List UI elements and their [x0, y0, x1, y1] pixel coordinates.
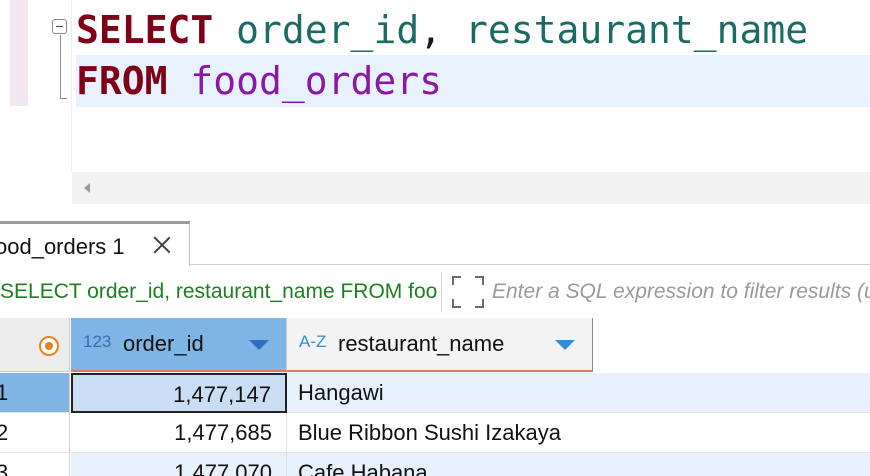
- comma: ,: [419, 8, 443, 52]
- table-row[interactable]: 1 1,477,147 Hangawi: [0, 373, 870, 413]
- row-empty-space: [593, 373, 870, 413]
- sql-editor[interactable]: SELECT order_id, restaurant_name FROM fo…: [0, 0, 870, 214]
- close-icon[interactable]: [151, 234, 173, 256]
- results-tab-bar: ood_orders 1: [0, 214, 870, 266]
- corner-cell[interactable]: [0, 318, 70, 372]
- cell-order-id[interactable]: 1,477,147: [71, 373, 287, 413]
- code-line-2[interactable]: FROM food_orders: [76, 55, 870, 107]
- row-number[interactable]: 1: [0, 373, 70, 413]
- gutter-marker: [10, 0, 28, 106]
- column-header-label: order_id: [123, 331, 204, 356]
- keyword-from: FROM: [76, 59, 168, 103]
- fold-collapse-icon[interactable]: [52, 19, 67, 34]
- column-order-id: order_id: [236, 8, 420, 52]
- text-type-icon: A-Z: [299, 332, 327, 351]
- column-header-restaurant-name[interactable]: A-Z restaurant_name: [287, 318, 593, 372]
- filter-bar: SELECT order_id, restaurant_name FROM fo…: [0, 266, 870, 318]
- table-name: food_orders: [190, 59, 443, 103]
- cell-order-id[interactable]: 1,477,685: [71, 413, 287, 453]
- scroll-left-arrow-icon[interactable]: [84, 183, 90, 193]
- sort-arrow-icon[interactable]: [555, 340, 575, 350]
- grid-header: 123 order_id A-Z restaurant_name: [0, 318, 593, 372]
- column-header-order-id[interactable]: 123 order_id: [71, 318, 287, 372]
- sort-arrow-icon[interactable]: [249, 340, 269, 350]
- filter-input[interactable]: [492, 274, 870, 310]
- query-text: SELECT order_id, restaurant_name FROM fo…: [0, 280, 438, 303]
- code-line-1[interactable]: SELECT order_id, restaurant_name: [76, 4, 808, 56]
- row-empty-space: [593, 453, 870, 476]
- column-header-label: restaurant_name: [338, 331, 505, 356]
- horizontal-scrollbar[interactable]: [72, 172, 870, 204]
- cell-restaurant-name[interactable]: Blue Ribbon Sushi Izakaya: [287, 413, 593, 453]
- numeric-type-icon: 123: [83, 332, 112, 351]
- table-row[interactable]: 3 1,477,070 Cafe Habana: [0, 453, 870, 476]
- row-number[interactable]: 3: [0, 453, 70, 476]
- row-empty-space: [593, 413, 870, 453]
- fold-range-line: [60, 35, 67, 99]
- filter-separator: [441, 272, 442, 312]
- table-row[interactable]: 2 1,477,685 Blue Ribbon Sushi Izakaya: [0, 413, 870, 453]
- keyword-select: SELECT: [76, 8, 214, 52]
- tab-results[interactable]: ood_orders 1: [0, 221, 190, 266]
- tab-label: ood_orders 1: [0, 234, 125, 259]
- cell-restaurant-name[interactable]: Cafe Habana: [287, 453, 593, 476]
- expand-icon[interactable]: [452, 276, 484, 308]
- radio-icon[interactable]: [39, 336, 59, 356]
- cell-restaurant-name[interactable]: Hangawi: [287, 373, 593, 413]
- row-number[interactable]: 2: [0, 413, 70, 453]
- gutter-divider: [71, 0, 72, 172]
- results-grid[interactable]: 123 order_id A-Z restaurant_name 1 1,477…: [0, 318, 870, 476]
- cell-order-id[interactable]: 1,477,070: [71, 453, 287, 476]
- column-restaurant-name: restaurant_name: [464, 8, 809, 52]
